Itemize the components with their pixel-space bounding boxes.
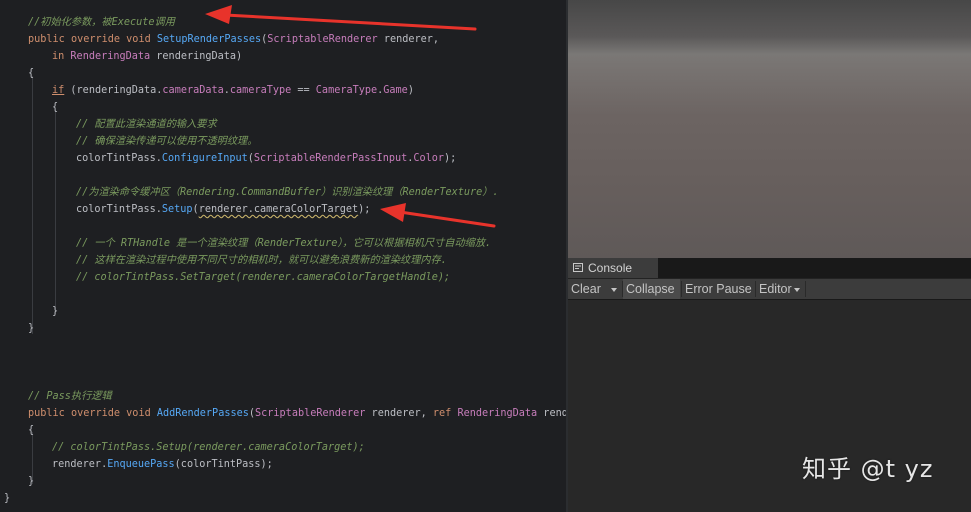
code-line: colorTintPass.ConfigureInput(ScriptableR… xyxy=(76,150,456,167)
code-line: public override void AddRenderPasses(Scr… xyxy=(28,405,566,422)
property-name: cameraData xyxy=(162,85,224,96)
code-text: ) xyxy=(407,85,414,96)
code-line: // 一个 RTHandle 是一个渲染纹理（RenderTexture），它可… xyxy=(76,238,492,249)
keyword: if xyxy=(52,85,65,96)
code-line: // colorTintPass.Setup(renderer.cameraCo… xyxy=(52,442,365,453)
error-pause-toggle[interactable]: Error Pause xyxy=(682,279,755,299)
code-text: ); xyxy=(444,153,457,164)
console-tab-bar: Console xyxy=(568,258,971,279)
editor-label: Editor xyxy=(759,282,792,296)
property-name: cameraType xyxy=(229,85,292,96)
code-line: // 这样在渲染过程中使用不同尺寸的相机时，就可以避免浪费新的渲染纹理内存. xyxy=(76,255,447,266)
code-line: colorTintPass.Setup(renderer.cameraColor… xyxy=(76,201,370,218)
method-name: SetupRenderPasses xyxy=(156,34,262,45)
type-name: CameraType xyxy=(315,85,378,96)
keyword: override xyxy=(70,34,121,45)
code-line: } xyxy=(52,306,59,317)
code-line: { xyxy=(52,102,59,113)
keyword: void xyxy=(126,408,151,419)
property-name: Game xyxy=(383,85,408,96)
tab-console-label: Console xyxy=(588,261,633,275)
keyword: public xyxy=(28,408,65,419)
deprecated-member-warning[interactable]: renderer.cameraColorTarget xyxy=(199,204,358,215)
method-name: ConfigureInput xyxy=(161,153,248,164)
code-text: colorTintPass. xyxy=(76,204,162,215)
code-line: // Pass执行逻辑 xyxy=(28,391,112,402)
method-name: AddRenderPasses xyxy=(156,408,249,419)
chevron-down-icon xyxy=(610,287,617,292)
type-name: ScriptableRenderer xyxy=(267,34,378,45)
watermark: 知乎 @t yz xyxy=(802,455,934,483)
code-line: //为渲染命令缓冲区（Rendering.CommandBuffer）识别渲染纹… xyxy=(76,187,499,198)
type-name: RenderingData xyxy=(457,408,538,419)
chevron-down-icon xyxy=(793,287,800,292)
console-icon xyxy=(573,263,583,272)
type-name: ScriptableRenderer xyxy=(255,408,366,419)
code-text: renderer. xyxy=(52,459,108,470)
clear-label: Clear xyxy=(571,282,601,296)
indent-guide xyxy=(32,76,33,334)
code-line: // colorTintPass.SetTarget(renderer.came… xyxy=(76,272,451,283)
code-line: } xyxy=(4,493,11,504)
code-line: // 确保渲染传递可以使用不透明纹理。 xyxy=(76,136,258,147)
keyword: in xyxy=(52,51,65,62)
keyword: public xyxy=(28,34,65,45)
error-pause-label: Error Pause xyxy=(685,282,752,296)
console-toolbar: Clear Collapse Error Pause Editor xyxy=(568,279,971,300)
code-text: renderingData) xyxy=(150,51,243,62)
code-line: if (renderingData.cameraData.cameraType … xyxy=(52,82,414,99)
keyword: ref xyxy=(432,408,452,419)
collapse-toggle[interactable]: Collapse xyxy=(623,279,680,299)
keyword: void xyxy=(126,34,151,45)
type-name: ScriptableRenderPassInput xyxy=(253,153,408,164)
toolbar-divider xyxy=(805,281,806,297)
method-name: Setup xyxy=(161,204,193,215)
code-line: in RenderingData renderingData) xyxy=(52,48,242,65)
indent-guide xyxy=(55,110,56,314)
code-line: // 配置此渲染通道的输入要求 xyxy=(76,119,217,130)
code-text: == xyxy=(291,85,316,96)
code-text: (renderingData. xyxy=(64,85,163,96)
clear-options-dropdown[interactable] xyxy=(604,279,621,299)
code-line: } xyxy=(28,323,35,334)
code-line: public override void SetupRenderPasses(S… xyxy=(28,31,439,48)
tab-console[interactable]: Console xyxy=(568,258,658,278)
code-text: renderer, xyxy=(377,34,440,45)
code-editor[interactable]: //初始化参数，被Execute调用 public override void … xyxy=(0,0,566,512)
code-line: { xyxy=(28,68,35,79)
method-name: EnqueuePass xyxy=(107,459,175,470)
code-line: //初始化参数，被Execute调用 xyxy=(28,17,175,28)
code-text: colorTintPass. xyxy=(76,153,162,164)
code-line: renderer.EnqueuePass(colorTintPass); xyxy=(52,456,273,473)
collapse-label: Collapse xyxy=(626,282,675,296)
code-text: render xyxy=(543,408,566,419)
code-line: } xyxy=(28,476,35,487)
game-viewport[interactable] xyxy=(568,0,971,258)
code-line: { xyxy=(28,425,35,436)
code-text: (colorTintPass); xyxy=(174,459,273,470)
clear-button[interactable]: Clear xyxy=(568,279,604,299)
code-text: renderer, xyxy=(365,408,433,419)
property-name: Color xyxy=(413,153,445,164)
type-name: RenderingData xyxy=(70,51,151,62)
keyword: override xyxy=(70,408,121,419)
editor-dropdown[interactable]: Editor xyxy=(756,279,805,299)
code-text: ); xyxy=(358,204,371,215)
